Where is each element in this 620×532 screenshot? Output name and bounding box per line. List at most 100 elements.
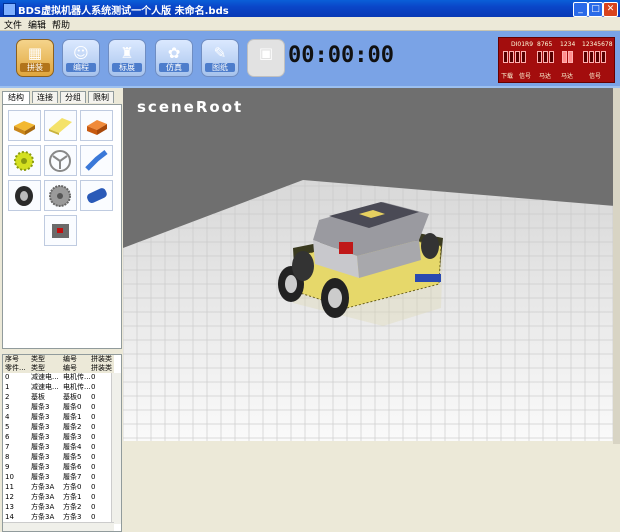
tab-connect[interactable]: 连接 (32, 91, 58, 103)
table-row[interactable]: 6 履条3 履条3 0 (3, 433, 114, 442)
drawing-button[interactable]: ✎ 图纸 (201, 39, 239, 77)
table-cell: 13 (5, 503, 14, 511)
table-cell: 履条3 (31, 423, 50, 431)
panel-bottom-label-5: 信号 (589, 73, 602, 80)
table-cell: 0 (91, 473, 96, 481)
table-row[interactable]: 13 方条3A 方条2 0 (3, 503, 114, 512)
menu-file[interactable]: 文件 (4, 18, 22, 31)
table-header: 序号 类型 编号 拼装类 (3, 355, 114, 364)
part-plate[interactable] (44, 110, 77, 141)
part-wedge[interactable] (80, 110, 113, 141)
minimize-button[interactable]: _ (573, 2, 588, 17)
part-tire[interactable] (8, 180, 41, 211)
table-cell: 10 (5, 473, 14, 481)
table-cell: 9 (5, 463, 10, 471)
table-cell: 11 (5, 483, 14, 491)
part-gear[interactable] (8, 145, 41, 176)
table-horizontal-scrollbar[interactable] (3, 522, 114, 531)
robot-button[interactable]: ▣ (247, 39, 285, 77)
table-cell: 履条1 (63, 413, 82, 421)
table-cell: 0 (91, 423, 96, 431)
panel-switch[interactable] (601, 51, 606, 63)
panel-bottom-label-4: 马达 (561, 73, 574, 80)
panel-switch[interactable] (521, 51, 526, 63)
table-row[interactable]: 12 方条3A 方条1 0 (3, 493, 114, 502)
display-button[interactable]: ♜ 标展 (108, 39, 146, 77)
table-cell: 履条3 (63, 433, 82, 441)
part-worm[interactable] (80, 180, 113, 211)
table-cell: 4 (5, 413, 10, 421)
table-row[interactable]: 5 履条3 履条2 0 (3, 423, 114, 432)
menu-bar: 文件 编辑 帮助 (0, 17, 620, 31)
panel-switch[interactable] (595, 51, 600, 63)
tab-limit[interactable]: 限制 (88, 91, 114, 103)
part-big-gear[interactable] (44, 180, 77, 211)
table-cell: 电机传... (63, 373, 91, 381)
table-cell: 0 (91, 403, 96, 411)
table-cell: 1 (5, 383, 10, 391)
panel-label-4: 12345678 (582, 41, 613, 48)
table-vertical-scrollbar[interactable] (111, 373, 121, 524)
table-row[interactable]: 9 履条3 履条6 0 (3, 463, 114, 472)
menu-help[interactable]: 帮助 (52, 18, 70, 31)
panel-switch[interactable] (583, 51, 588, 63)
tab-group[interactable]: 分组 (60, 91, 86, 103)
table-row[interactable]: 0 减速电... 电机传... 0 (3, 373, 114, 382)
table-header: 零件... 类型 编号 拼装类 (3, 364, 114, 373)
table-cell: 2 (5, 393, 10, 401)
close-button[interactable]: ✕ (603, 2, 618, 17)
panel-switch[interactable] (589, 51, 594, 63)
part-wheel-hub[interactable] (44, 145, 77, 176)
table-cell: 基板0 (63, 393, 82, 401)
table-cell: 0 (91, 493, 96, 501)
panel-switch[interactable] (537, 51, 542, 63)
window-title: BDS虚拟机器人系统测试一个人版 未命名.bds (18, 6, 229, 17)
table-row[interactable]: 10 履条3 履条7 0 (3, 473, 114, 482)
table-row[interactable]: 1 减速电... 电机传... 0 (3, 383, 114, 392)
scene-root-label: sceneRoot (137, 98, 244, 116)
tab-structure[interactable]: 结构 (2, 91, 30, 104)
program-icon: ☺ (73, 44, 89, 62)
table-cell: 方条3A (31, 513, 55, 521)
part-beam[interactable] (80, 145, 113, 176)
table-row[interactable]: 4 履条3 履条1 0 (3, 413, 114, 422)
table-row[interactable]: 7 履条3 履条4 0 (3, 443, 114, 452)
table-cell: 履条3 (31, 463, 50, 471)
table-cell: 履条2 (63, 423, 82, 431)
panel-switch[interactable] (543, 51, 548, 63)
panel-switch[interactable] (503, 51, 508, 63)
table-cell: 履条3 (31, 443, 50, 451)
table-row[interactable]: 11 方条3A 方条0 0 (3, 483, 114, 492)
simulate-button[interactable]: ✿ 仿真 (155, 39, 193, 77)
assemble-icon: ▦ (27, 44, 43, 62)
table-cell: 方条3A (31, 503, 55, 511)
assemble-button[interactable]: ▦ 拼装 (16, 39, 54, 77)
table-row[interactable]: 8 履条3 履条5 0 (3, 453, 114, 462)
table-cell: 履条3 (31, 403, 50, 411)
table-cell: 方条3 (63, 513, 82, 521)
table-cell: 0 (91, 453, 96, 461)
maximize-button[interactable]: □ (588, 2, 603, 17)
table-cell: 0 (5, 373, 10, 381)
panel-bottom-label-3: 马达 (539, 73, 552, 80)
panel-switch[interactable] (515, 51, 520, 63)
table-cell: 方条1 (63, 493, 82, 501)
table-row[interactable]: 14 方条3A 方条3 0 (3, 513, 114, 522)
panel-switch[interactable] (562, 51, 567, 63)
panel-label-1: DI01R9 (511, 41, 534, 48)
panel-bottom-label-2: 信号 (519, 73, 532, 80)
part-brick[interactable] (8, 110, 41, 141)
panel-switch[interactable] (568, 51, 573, 63)
table-row[interactable]: 3 履条3 履条0 0 (3, 403, 114, 412)
table-cell: 8 (5, 453, 10, 461)
table-cell: 12 (5, 493, 14, 501)
panel-switch[interactable] (509, 51, 514, 63)
menu-edit[interactable]: 编辑 (28, 18, 46, 31)
table-cell: 7 (5, 443, 10, 451)
parts-table: 序号 类型 编号 拼装类 零件... 类型 编号 拼装类 0 减速电... 电机传.… (2, 354, 122, 532)
table-row[interactable]: 2 基板 基板0 0 (3, 393, 114, 402)
3d-viewport[interactable]: sceneRoot (123, 88, 615, 441)
part-motor[interactable] (44, 215, 77, 246)
panel-switch[interactable] (549, 51, 554, 63)
program-button[interactable]: ☺ 编程 (62, 39, 100, 77)
